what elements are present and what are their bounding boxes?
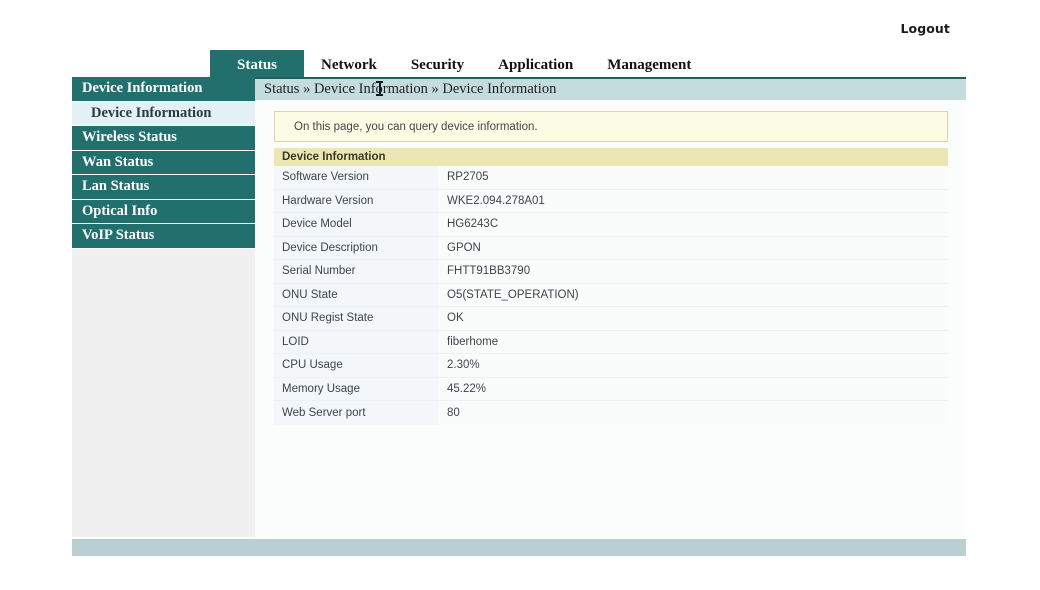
row-label: Hardware Version	[274, 189, 438, 212]
table-row: Device Description GPON	[274, 236, 948, 260]
sidebar-item-voip-status[interactable]: VoIP Status	[72, 224, 255, 249]
breadcrumb: Status » Device Information » Device Inf…	[255, 79, 966, 100]
row-value: OK	[438, 307, 948, 330]
table-row: Software Version RP2705	[274, 166, 948, 190]
sidebar-item-optical-info[interactable]: Optical Info	[72, 199, 255, 224]
table-body: Software Version RP2705 Hardware Version WK…	[274, 166, 948, 425]
row-label: Device Model	[274, 213, 438, 236]
table-row: Web Server port 80	[274, 401, 948, 425]
table-row: ONU State O5(STATE_OPERATION)	[274, 283, 948, 307]
nav-tab-network[interactable]: Network	[304, 50, 394, 77]
row-label: Memory Usage	[274, 377, 438, 400]
table-header: Device Information	[274, 148, 948, 166]
nav-tab-status[interactable]: Status	[210, 50, 305, 77]
row-value: RP2705	[438, 166, 948, 189]
row-label: ONU State	[274, 283, 438, 306]
row-value: GPON	[438, 236, 948, 259]
row-value: FHTT91BB3790	[438, 260, 948, 283]
nav-tab-list: Status Network Security Application Manageme…	[210, 50, 708, 77]
footer-bar	[72, 539, 966, 556]
nav-tab-security[interactable]: Security	[394, 50, 481, 77]
row-value: 45.22%	[438, 377, 948, 400]
row-label: Software Version	[274, 166, 438, 189]
sidebar-item-wireless-status[interactable]: Wireless Status	[72, 126, 255, 151]
table-row: CPU Usage 2.30%	[274, 354, 948, 378]
sidebar-item-wan-status[interactable]: Wan Status	[72, 150, 255, 175]
row-label: Serial Number	[274, 260, 438, 283]
nav-tab-application[interactable]: Application	[481, 50, 590, 77]
sidebar-item-lan-status[interactable]: Lan Status	[72, 175, 255, 200]
table-row: Hardware Version WKE2.094.278A01	[274, 189, 948, 213]
top-bar: Logout	[0, 0, 1040, 50]
table-row: ONU Regist State OK	[274, 307, 948, 331]
main-navigation: Status Network Security Application Manageme…	[72, 50, 966, 77]
device-information-table: Device Information Software Version RP270…	[274, 148, 948, 425]
content-panel: Status » Device Information » Device Inf…	[255, 77, 966, 537]
row-label: Device Description	[274, 236, 438, 259]
table-row: Device Model HG6243C	[274, 213, 948, 237]
sidebar: Device Information Device Information Wire…	[72, 77, 255, 537]
logout-button[interactable]: Logout	[900, 21, 950, 36]
sidebar-item-device-information-sub[interactable]: Device Information	[72, 101, 255, 126]
table-row: Memory Usage 45.22%	[274, 377, 948, 401]
row-label: ONU Regist State	[274, 307, 438, 330]
row-value: 80	[438, 401, 948, 425]
row-value: HG6243C	[438, 213, 948, 236]
row-label: CPU Usage	[274, 354, 438, 377]
router-admin-page: Logout Status Network Security Application M…	[0, 0, 1040, 590]
row-value: fiberhome	[438, 330, 948, 353]
nav-tab-management[interactable]: Management	[590, 50, 708, 77]
page-hint-banner: On this page, you can query device infor…	[274, 111, 948, 142]
table-row: LOID fiberhome	[274, 330, 948, 354]
row-label: Web Server port	[274, 401, 438, 425]
row-value: WKE2.094.278A01	[438, 189, 948, 212]
row-label: LOID	[274, 330, 438, 353]
table-row: Serial Number FHTT91BB3790	[274, 260, 948, 284]
row-value: 2.30%	[438, 354, 948, 377]
sidebar-item-device-information[interactable]: Device Information	[72, 77, 255, 102]
row-value: O5(STATE_OPERATION)	[438, 283, 948, 306]
